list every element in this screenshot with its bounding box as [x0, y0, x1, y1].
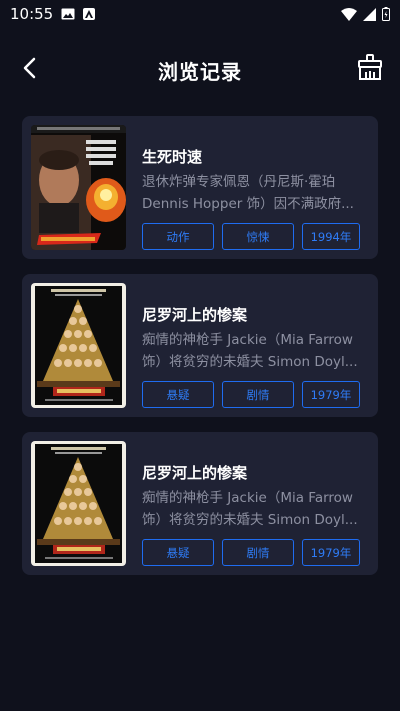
battery-icon [382, 7, 390, 21]
chevron-left-icon [22, 57, 36, 83]
card-description: 痴情的神枪手 Jackie（Mia Farrow 饰）将贫穷的未婚夫 Simon… [142, 329, 360, 373]
card-title: 尼罗河上的惨案 [142, 306, 248, 324]
genre-tag[interactable]: 悬疑 [142, 539, 214, 566]
card-description-line: 饰）将贫穷的未婚夫 Simon Doyl... [142, 512, 358, 528]
card-description-line: Dennis Hopper 饰）因不满政府... [142, 196, 354, 212]
tag-list: 动作 惊悚 1994年 [142, 223, 360, 250]
genre-tag[interactable]: 动作 [142, 223, 214, 250]
year-tag[interactable]: 1979年 [302, 381, 360, 408]
genre-tag[interactable]: 剧情 [222, 539, 294, 566]
app-notification-icon [83, 8, 96, 20]
death-on-the-nile-poster [31, 283, 126, 408]
card-description-line: 痴情的神枪手 Jackie（Mia Farrow [142, 490, 353, 506]
history-card[interactable]: 生死时速 退休炸弹专家佩恩（丹尼斯·霍珀 Dennis Hopper 饰）因不满… [22, 116, 378, 259]
card-description: 痴情的神枪手 Jackie（Mia Farrow 饰）将贫穷的未婚夫 Simon… [142, 487, 360, 531]
genre-tag[interactable]: 悬疑 [142, 381, 214, 408]
genre-tag[interactable]: 惊悚 [222, 223, 294, 250]
page-title: 浏览记录 [158, 59, 242, 84]
card-description-line: 饰）将贫穷的未婚夫 Simon Doyl... [142, 354, 358, 370]
history-card[interactable]: 尼罗河上的惨案 痴情的神枪手 Jackie（Mia Farrow 饰）将贫穷的未… [22, 432, 378, 575]
status-bar: 10:55 [0, 0, 400, 28]
card-title: 尼罗河上的惨案 [142, 464, 248, 482]
death-on-the-nile-poster [31, 441, 126, 566]
card-description-line: 痴情的神枪手 Jackie（Mia Farrow [142, 332, 353, 348]
card-title: 生死时速 [142, 148, 203, 166]
card-description-line: 退休炸弹专家佩恩（丹尼斯·霍珀 [142, 174, 336, 190]
history-card[interactable]: 尼罗河上的惨案 痴情的神枪手 Jackie（Mia Farrow 饰）将贫穷的未… [22, 274, 378, 417]
year-tag[interactable]: 1994年 [302, 223, 360, 250]
image-icon [61, 8, 75, 20]
top-bar: 浏览记录 [0, 45, 400, 95]
history-list: 生死时速 退休炸弹专家佩恩（丹尼斯·霍珀 Dennis Hopper 饰）因不满… [22, 116, 378, 590]
card-description: 退休炸弹专家佩恩（丹尼斯·霍珀 Dennis Hopper 饰）因不满政府... [142, 171, 360, 215]
clear-history-button[interactable] [354, 53, 386, 85]
status-time: 10:55 [10, 5, 54, 23]
broom-icon [356, 54, 384, 84]
tag-list: 悬疑 剧情 1979年 [142, 381, 360, 408]
year-tag[interactable]: 1979年 [302, 539, 360, 566]
wifi-icon [341, 7, 357, 21]
speed-poster [31, 125, 126, 250]
back-button[interactable] [14, 55, 44, 85]
tag-list: 悬疑 剧情 1979年 [142, 539, 360, 566]
genre-tag[interactable]: 剧情 [222, 381, 294, 408]
signal-icon [363, 7, 376, 21]
